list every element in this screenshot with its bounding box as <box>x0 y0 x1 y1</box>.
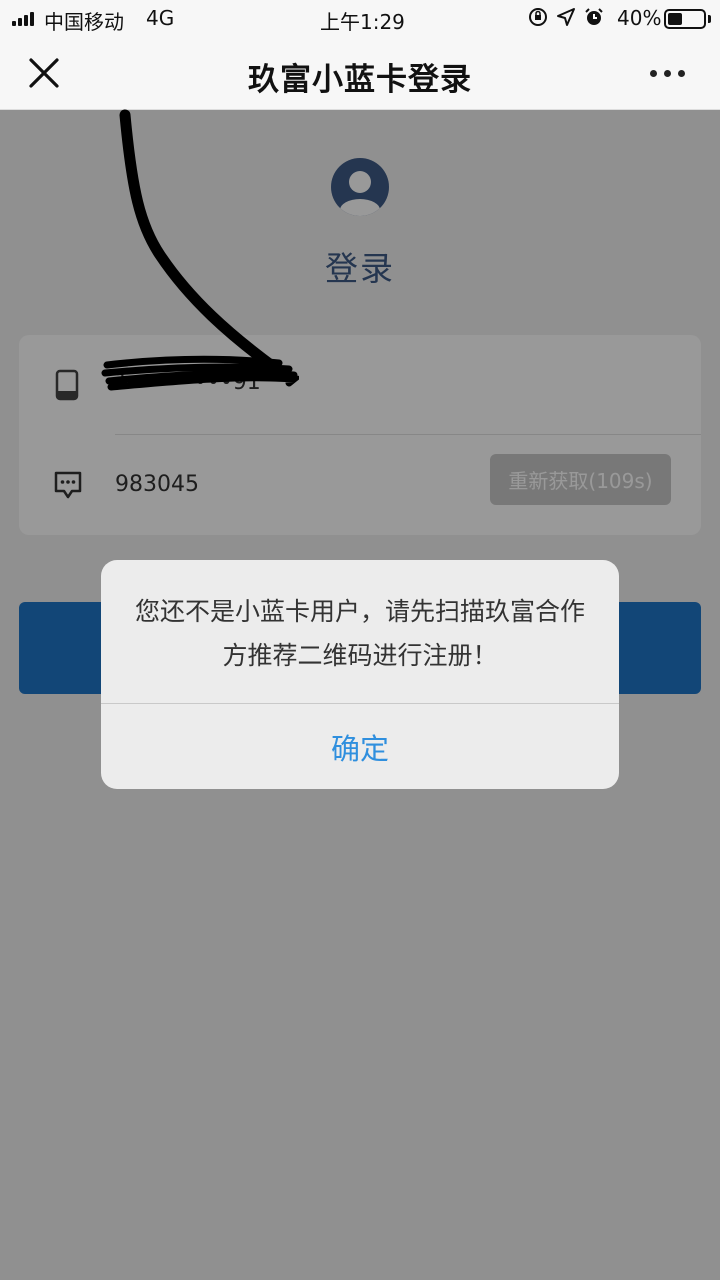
page-title: 玖富小蓝卡登录 <box>248 62 472 98</box>
more-icon-dot <box>664 69 671 77</box>
status-bar: 中国移动 4G 上午1:29 40% <box>0 0 720 36</box>
status-time: 上午1:29 <box>320 10 405 34</box>
status-icons <box>528 7 604 27</box>
carrier-name: 中国移动 <box>44 10 124 34</box>
battery-cap <box>708 15 711 23</box>
more-icon-dot <box>678 69 685 77</box>
battery-percent: 40% <box>617 6 662 30</box>
signal-strength-icon <box>12 10 34 26</box>
alert-dialog: 您还不是小蓝卡用户，请先扫描玖富合作方推荐二维码进行注册！ 确定 <box>101 560 619 789</box>
nav-bar: 玖富小蓝卡登录 <box>0 36 720 110</box>
more-icon <box>650 69 657 77</box>
more-button[interactable] <box>650 64 700 82</box>
battery-icon <box>664 9 706 29</box>
network-type: 4G <box>146 6 175 30</box>
dialog-message: 您还不是小蓝卡用户，请先扫描玖富合作方推荐二维码进行注册！ <box>134 597 585 670</box>
location-icon <box>557 8 575 26</box>
battery-level <box>668 13 682 25</box>
alarm-icon <box>585 8 603 25</box>
confirm-button[interactable]: 确定 <box>101 704 619 789</box>
orientation-lock-icon <box>529 8 547 26</box>
